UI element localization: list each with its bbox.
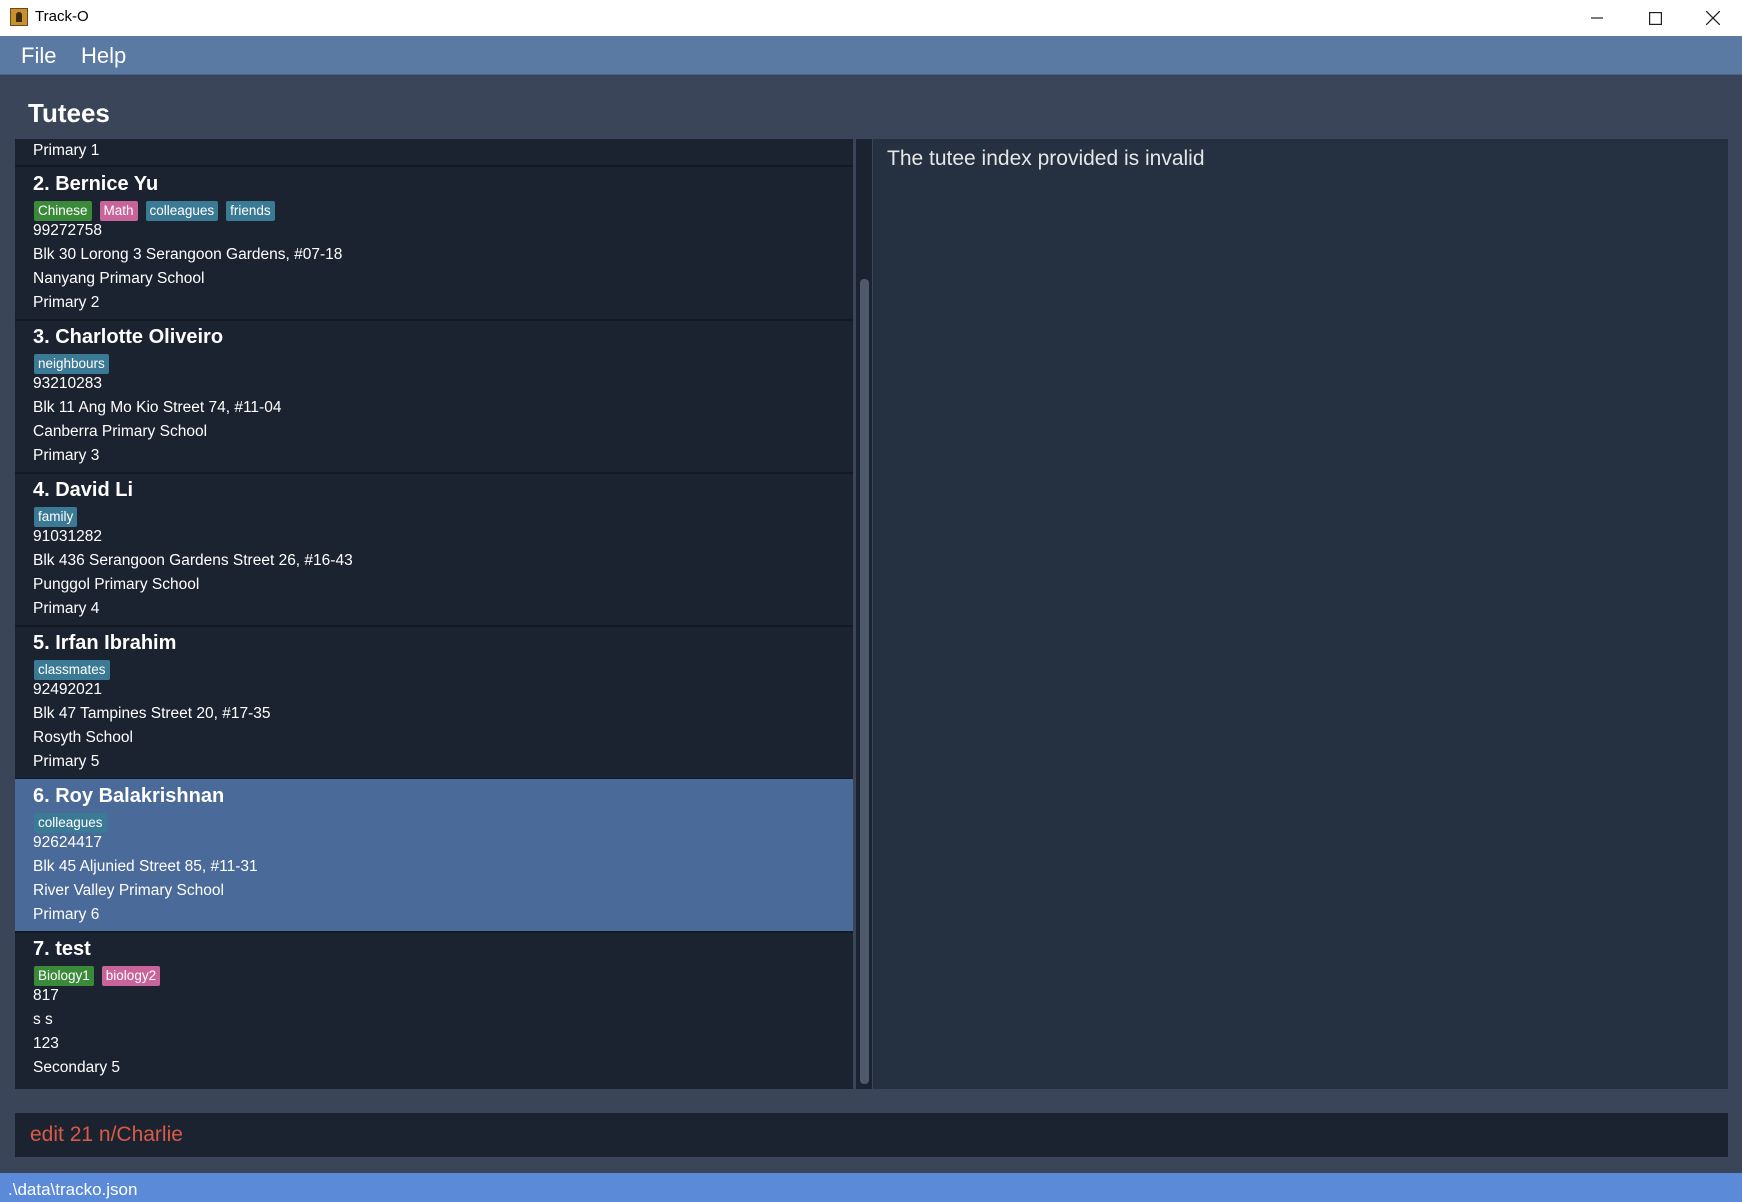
result-message: The tutee index provided is invalid xyxy=(887,147,1205,170)
minimize-button[interactable] xyxy=(1568,0,1626,36)
tutee-level: Primary 4 xyxy=(33,600,100,617)
tag-badge: colleagues xyxy=(145,201,219,221)
tutee-school: Punggol Primary School xyxy=(33,576,200,593)
tutee-level: Primary 2 xyxy=(33,294,100,311)
result-display: The tutee index provided is invalid xyxy=(873,139,1728,1089)
command-box[interactable] xyxy=(15,1113,1728,1157)
scrollbar-thumb[interactable] xyxy=(860,279,869,1084)
tag-row: neighbours xyxy=(34,354,109,374)
tutee-address: Blk 30 Lorong 3 Serangoon Gardens, #07-1… xyxy=(33,246,343,263)
menu-file[interactable]: File xyxy=(21,43,56,69)
tutee-school: Canberra Primary School xyxy=(33,423,208,440)
tutee-level: Primary 3 xyxy=(33,447,100,464)
tag-row: Chinese Math colleagues friends xyxy=(34,201,275,221)
partial-card-level: Primary 1 xyxy=(33,142,100,159)
close-icon xyxy=(1706,11,1720,25)
close-button[interactable] xyxy=(1684,0,1742,36)
tutee-phone: 92492021 xyxy=(33,681,102,698)
tutee-level: Secondary 5 xyxy=(33,1059,121,1076)
tutee-phone: 99272758 xyxy=(33,222,102,239)
status-bar: .\data\tracko.json xyxy=(0,1173,1742,1202)
tutee-phone: 91031282 xyxy=(33,528,102,545)
window-title: Track-O xyxy=(35,8,89,25)
tag-row: classmates xyxy=(34,660,110,680)
list-scrollbar[interactable] xyxy=(856,139,872,1089)
tutee-name: 5. Irfan Ibrahim xyxy=(33,632,177,654)
minimize-icon xyxy=(1591,17,1603,19)
menu-bar: File Help xyxy=(0,36,1742,75)
tag-badge: neighbours xyxy=(34,354,109,374)
tag-badge: classmates xyxy=(34,660,110,680)
maximize-button[interactable] xyxy=(1626,0,1684,36)
tag-badge: Math xyxy=(99,201,138,221)
tag-badge: family xyxy=(34,507,78,527)
tutee-address: Blk 47 Tampines Street 20, #17-35 xyxy=(33,705,271,722)
tag-row: colleagues xyxy=(34,813,107,833)
tutee-address: Blk 45 Aljunied Street 85, #11-31 xyxy=(33,858,258,875)
app-icon xyxy=(10,8,28,26)
tutee-level: Primary 6 xyxy=(33,906,100,923)
tutee-name: 7. test xyxy=(33,938,91,960)
tutee-name: 2. Bernice Yu xyxy=(33,173,159,195)
tag-badge: biology2 xyxy=(101,966,161,986)
menu-help[interactable]: Help xyxy=(81,43,126,69)
tutee-school: 123 xyxy=(33,1035,59,1052)
tutee-phone: 817 xyxy=(33,987,59,1004)
tutee-card[interactable]: 7. test Biology1 biology2 817 s s 123 Secondar… xyxy=(15,932,853,1085)
tutee-level: Primary 5 xyxy=(33,753,100,770)
tutee-card[interactable]: 6. Roy Balakrishnan colleagues 92624417 Blk… xyxy=(15,779,853,932)
tag-badge: Biology1 xyxy=(34,966,94,986)
tag-row: family xyxy=(34,507,78,527)
tutee-phone: 92624417 xyxy=(33,834,102,851)
tutee-card[interactable]: 5. Irfan Ibrahim classmates 92492021 Blk 47… xyxy=(15,626,853,779)
tag-badge: colleagues xyxy=(34,813,107,833)
tutee-address: Blk 11 Ang Mo Kio Street 74, #11-04 xyxy=(33,399,282,416)
maximize-icon xyxy=(1648,11,1662,25)
tutee-name: 4. David Li xyxy=(33,479,134,501)
tutee-school: River Valley Primary School xyxy=(33,882,224,899)
tutee-address: Blk 436 Serangoon Gardens Street 26, #16… xyxy=(33,552,353,569)
status-file-path: .\data\tracko.json xyxy=(8,1180,138,1199)
section-title: Tutees xyxy=(28,98,110,128)
tutee-school: Rosyth School xyxy=(33,729,133,746)
tag-badge: Chinese xyxy=(34,201,92,221)
window-title-bar: Track-O xyxy=(0,0,1742,36)
tutee-phone: 93210283 xyxy=(33,375,102,392)
tutee-card[interactable]: 4. David Li family 91031282 Blk 436 Serango… xyxy=(15,473,853,626)
tutee-card[interactable]: 3. Charlotte Oliveiro neighbours 93210283 B… xyxy=(15,320,853,473)
tag-badge: friends xyxy=(226,201,275,221)
tutee-school: Nanyang Primary School xyxy=(33,270,205,287)
command-input[interactable] xyxy=(30,1120,1710,1150)
tutee-name: 3. Charlotte Oliveiro xyxy=(33,326,224,348)
tutee-list[interactable]: Primary 1 2. Bernice Yu Chinese Math collea… xyxy=(15,139,853,1089)
tutee-card[interactable]: 2. Bernice Yu Chinese Math colleagues friend… xyxy=(15,167,853,320)
tag-row: Biology1 biology2 xyxy=(34,966,161,986)
tutee-address: s s xyxy=(33,1011,53,1028)
tutee-name: 6. Roy Balakrishnan xyxy=(33,785,225,807)
